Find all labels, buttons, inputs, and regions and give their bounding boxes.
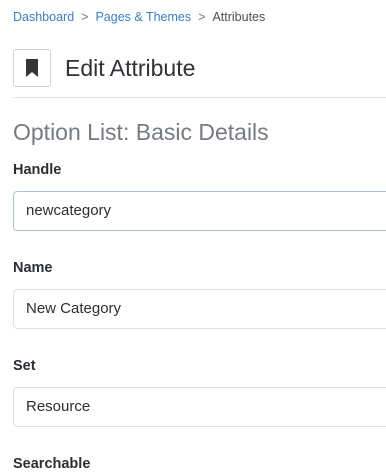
breadcrumb-separator: > <box>198 10 206 24</box>
page-title: Edit Attribute <box>65 54 196 81</box>
header-divider <box>13 97 386 98</box>
breadcrumb-pages-themes[interactable]: Pages & Themes <box>95 10 191 24</box>
page-header: Edit Attribute <box>13 48 195 88</box>
name-label: Name <box>13 260 53 276</box>
breadcrumb: Dashboard > Pages & Themes > Attributes <box>13 9 265 25</box>
handle-label: Handle <box>13 162 62 178</box>
page: Dashboard > Pages & Themes > Attributes Edit… <box>0 0 386 475</box>
set-label: Set <box>13 358 36 374</box>
searchable-label: Searchable <box>13 456 91 472</box>
breadcrumb-current: Attributes <box>212 10 266 24</box>
handle-input[interactable]: newcategory <box>13 191 386 231</box>
name-input[interactable]: New Category <box>13 289 386 329</box>
section-title: Option List: Basic Details <box>13 119 269 145</box>
breadcrumb-separator: > <box>81 10 89 24</box>
bookmark-icon <box>26 59 38 77</box>
breadcrumb-dashboard[interactable]: Dashboard <box>13 10 74 24</box>
set-select[interactable]: Resource <box>13 387 386 427</box>
bookmark-button[interactable] <box>13 49 51 87</box>
